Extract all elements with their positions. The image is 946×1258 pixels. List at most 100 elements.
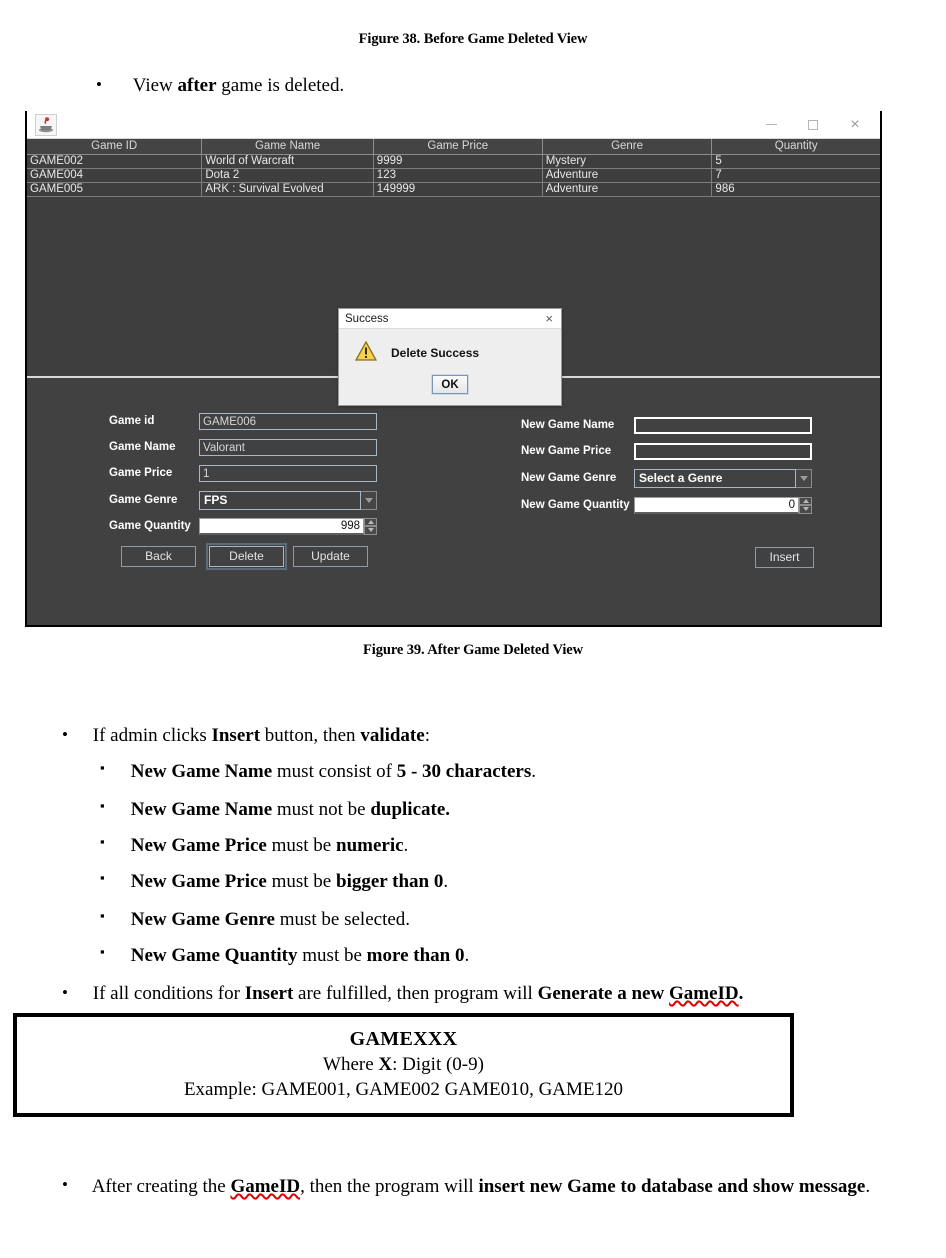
table-col-quantity[interactable]: Quantity [711, 139, 880, 155]
label-new-game-genre: New Game Genre [521, 472, 617, 484]
rule-mid: must be selected. [274, 909, 411, 930]
rule-b1: New Game Name [130, 761, 273, 782]
field-row-game-quantity: Game Quantity 998 [109, 517, 377, 535]
ac-b1: insert new Game to database and show [478, 1176, 795, 1197]
label-game-genre: Game Genre [109, 494, 178, 506]
gen-p3: . [738, 983, 744, 1004]
table-col-game-name[interactable]: Game Name [201, 139, 374, 155]
close-button[interactable]: × [834, 112, 876, 138]
spinner-up-icon[interactable] [799, 496, 812, 505]
label-game-price: Game Price [109, 467, 173, 479]
bullet-marker: • [62, 725, 68, 744]
spinner-game-quantity[interactable]: 998 [199, 517, 377, 535]
input-game-price[interactable]: 1 [199, 464, 377, 482]
rule-mid: must be [297, 945, 367, 966]
where-post: : Digit (0-9) [392, 1054, 484, 1075]
insert-button[interactable]: Insert [755, 546, 814, 568]
field-row-new-game-name: New Game Name [521, 416, 812, 434]
table-row[interactable]: GAME002 World of Warcraft 9999 Mystery 5 [27, 154, 880, 169]
rule-b2: more than 0 [366, 945, 465, 966]
field-row-game-id: Game id GAME006 [109, 412, 377, 430]
update-button[interactable]: Update [293, 545, 368, 567]
dialog-ok-button[interactable]: OK [431, 374, 469, 395]
rule-item: ▪ New Game Price must be numeric. [100, 834, 920, 857]
gen-p2: are fulfilled, then program will [293, 983, 538, 1004]
cell-genre: Mystery [542, 154, 713, 169]
spinner-game-quantity-buttons[interactable] [364, 517, 377, 535]
rule-b2: duplicate. [370, 799, 451, 820]
table-col-game-id[interactable]: Game ID [27, 139, 203, 155]
rule-b2: 5 - 30 characters [396, 761, 532, 782]
cell-game-price: 149999 [373, 182, 543, 197]
square-bullet-icon: ▪ [100, 870, 105, 885]
rule-b2: bigger than 0 [336, 871, 444, 892]
rule-tail: . [531, 761, 536, 782]
rule-text: New Game Price must be bigger than 0. [131, 871, 448, 893]
figure-caption-top: Figure 38. Before Game Deleted View [358, 31, 588, 47]
table-header-row: Game ID Game Name Game Price Genre Quant… [27, 139, 880, 155]
form-panel: Game id GAME006 Game Name Valorant Game … [27, 377, 880, 618]
combo-game-genre[interactable]: FPS [199, 490, 377, 510]
input-new-game-price[interactable] [634, 442, 812, 460]
minimize-button[interactable] [750, 112, 792, 138]
rule-text: New Game Genre must be selected. [131, 909, 410, 931]
maximize-button[interactable] [792, 112, 834, 138]
cell-game-name: World of Warcraft [201, 154, 374, 169]
gen-b2: Generate a new [537, 983, 669, 1004]
chevron-down-icon[interactable] [796, 468, 812, 488]
rule-b1: New Game Price [130, 871, 267, 892]
maximize-icon [808, 119, 818, 130]
rule-b2: numeric [336, 835, 404, 856]
after-create-text: After creating the GameID, then the prog… [92, 1176, 870, 1197]
rule-b1: New Game Name [130, 799, 273, 820]
field-row-new-game-genre: New Game Genre Select a Genre [521, 468, 812, 488]
spinner-down-icon[interactable] [364, 526, 377, 535]
spinner-up-icon[interactable] [364, 517, 377, 526]
dialog-body: Delete Success [339, 329, 561, 366]
rule-text: New Game Quantity must be more than 0. [131, 945, 469, 967]
gen-b1: Insert [244, 983, 294, 1004]
rule-item: ▪ New Game Genre must be selected. [100, 908, 920, 931]
where-bold: X [378, 1054, 393, 1075]
table-col-genre[interactable]: Genre [542, 139, 713, 155]
table-col-game-price[interactable]: Game Price [373, 139, 543, 155]
rule-text: New Game Name must not be duplicate. [131, 799, 450, 821]
input-game-id[interactable]: GAME006 [199, 412, 377, 430]
input-game-name[interactable]: Valorant [199, 438, 377, 456]
dialog-close-button[interactable]: × [543, 312, 555, 325]
spinner-new-game-quantity[interactable]: 0 [634, 496, 812, 514]
java-app-icon [35, 114, 57, 136]
table-row[interactable]: GAME005 ARK : Survival Evolved 149999 Ad… [27, 182, 880, 197]
ac-b2: message [798, 1176, 866, 1197]
spinner-new-game-quantity-buttons[interactable] [799, 496, 812, 514]
label-game-name: Game Name [109, 441, 176, 453]
combo-new-game-genre[interactable]: Select a Genre [634, 468, 812, 488]
intro-b1: Insert [211, 725, 261, 746]
application-window: × Game ID Game Name Game Price Genre Qua… [25, 111, 882, 627]
square-bullet-icon: ▪ [100, 760, 105, 775]
cell-genre: Adventure [542, 168, 713, 183]
label-game-id: Game id [109, 415, 155, 427]
spinner-new-game-quantity-value[interactable]: 0 [634, 496, 799, 514]
field-row-game-price: Game Price 1 [109, 464, 377, 482]
cell-game-id: GAME004 [27, 168, 203, 183]
combo-game-genre-value: FPS [199, 490, 361, 510]
generate-text: If all conditions for Insert are fulfill… [93, 983, 744, 1005]
spinner-game-quantity-value[interactable]: 998 [199, 517, 364, 535]
game-table[interactable]: Game ID Game Name Game Price Genre Quant… [27, 139, 880, 197]
intro-p1: If admin clicks [92, 725, 212, 746]
rule-text: New Game Price must be numeric. [131, 835, 409, 857]
field-row-game-genre: Game Genre FPS [109, 490, 377, 510]
chevron-down-icon[interactable] [361, 490, 377, 510]
ac-p4: . [865, 1176, 871, 1197]
back-button[interactable]: Back [121, 545, 196, 567]
input-new-game-name[interactable] [634, 416, 812, 434]
bullet-validate-intro: • If admin clicks Insert button, then va… [62, 725, 882, 747]
table-row[interactable]: GAME004 Dota 2 123 Adventure 7 [27, 168, 880, 183]
intro-p2: button, then [260, 725, 361, 746]
figure-caption-bottom: Figure 39. After Game Deleted View [363, 642, 583, 658]
spinner-down-icon[interactable] [799, 505, 812, 514]
cell-quantity: 986 [711, 182, 880, 197]
where-pre: Where [323, 1054, 379, 1075]
delete-button[interactable]: Delete [206, 542, 287, 570]
